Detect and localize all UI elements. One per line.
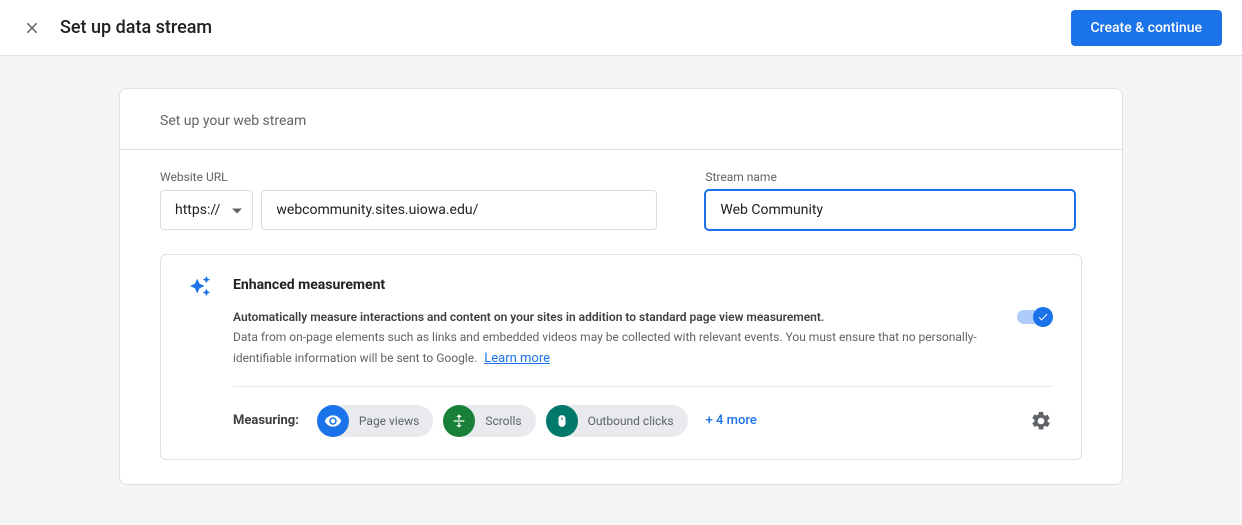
stream-name-field: Stream name: [705, 170, 1075, 230]
main-card: Set up your web stream Website URL https…: [119, 88, 1123, 485]
learn-more-link[interactable]: Learn more: [484, 351, 550, 366]
section-title: Set up your web stream: [120, 89, 1122, 150]
enhanced-title: Enhanced measurement: [233, 277, 993, 293]
enhanced-description: Automatically measure interactions and c…: [233, 307, 993, 370]
enhanced-desc-bold: Automatically measure interactions and c…: [233, 310, 824, 324]
scroll-icon: [443, 405, 475, 437]
stream-name-input[interactable]: [705, 190, 1075, 230]
gear-icon[interactable]: [1029, 409, 1053, 433]
page-header: Set up data stream Create & continue: [0, 0, 1242, 56]
form-row: Website URL https:// Stream name: [120, 150, 1122, 254]
measuring-row: Measuring: Page views Scrolls Outbound c…: [233, 405, 1053, 437]
url-input[interactable]: [261, 190, 657, 230]
protocol-select[interactable]: https://: [160, 190, 253, 230]
chip-label: Outbound clicks: [588, 414, 674, 428]
divider: [233, 386, 1053, 387]
page-title: Set up data stream: [60, 17, 1071, 38]
enhanced-toggle[interactable]: [1017, 307, 1053, 327]
create-continue-button[interactable]: Create & continue: [1071, 10, 1222, 46]
more-link[interactable]: + 4 more: [706, 413, 757, 428]
measuring-label: Measuring:: [233, 413, 299, 428]
enhanced-measurement-card: Enhanced measurement Automatically measu…: [160, 254, 1082, 460]
url-label: Website URL: [160, 170, 657, 184]
chip-label: Scrolls: [485, 414, 521, 428]
protocol-value: https://: [175, 202, 220, 218]
sparkle-icon: [189, 275, 213, 301]
website-url-field: Website URL https://: [160, 170, 657, 230]
eye-icon: [317, 405, 349, 437]
chip-page-views: Page views: [317, 405, 433, 437]
chip-label: Page views: [359, 414, 419, 428]
close-icon[interactable]: [20, 16, 44, 40]
mouse-icon: [546, 405, 578, 437]
chip-outbound-clicks: Outbound clicks: [546, 405, 688, 437]
stream-label: Stream name: [705, 170, 1075, 184]
enhanced-desc-rest: Data from on-page elements such as links…: [233, 330, 977, 364]
chip-scrolls: Scrolls: [443, 405, 535, 437]
